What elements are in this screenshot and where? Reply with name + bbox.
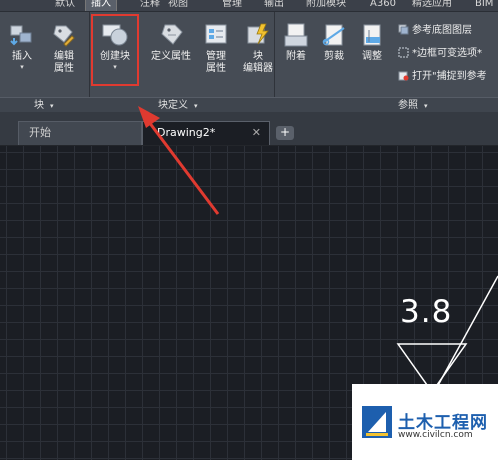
watermark: 土木工程网 www.civilcn.com <box>352 384 498 460</box>
watermark-logo-icon <box>362 406 392 438</box>
arrow-head-icon <box>138 106 160 128</box>
watermark-url: www.civilcn.com <box>398 430 473 440</box>
arrow-shaft <box>147 121 220 215</box>
